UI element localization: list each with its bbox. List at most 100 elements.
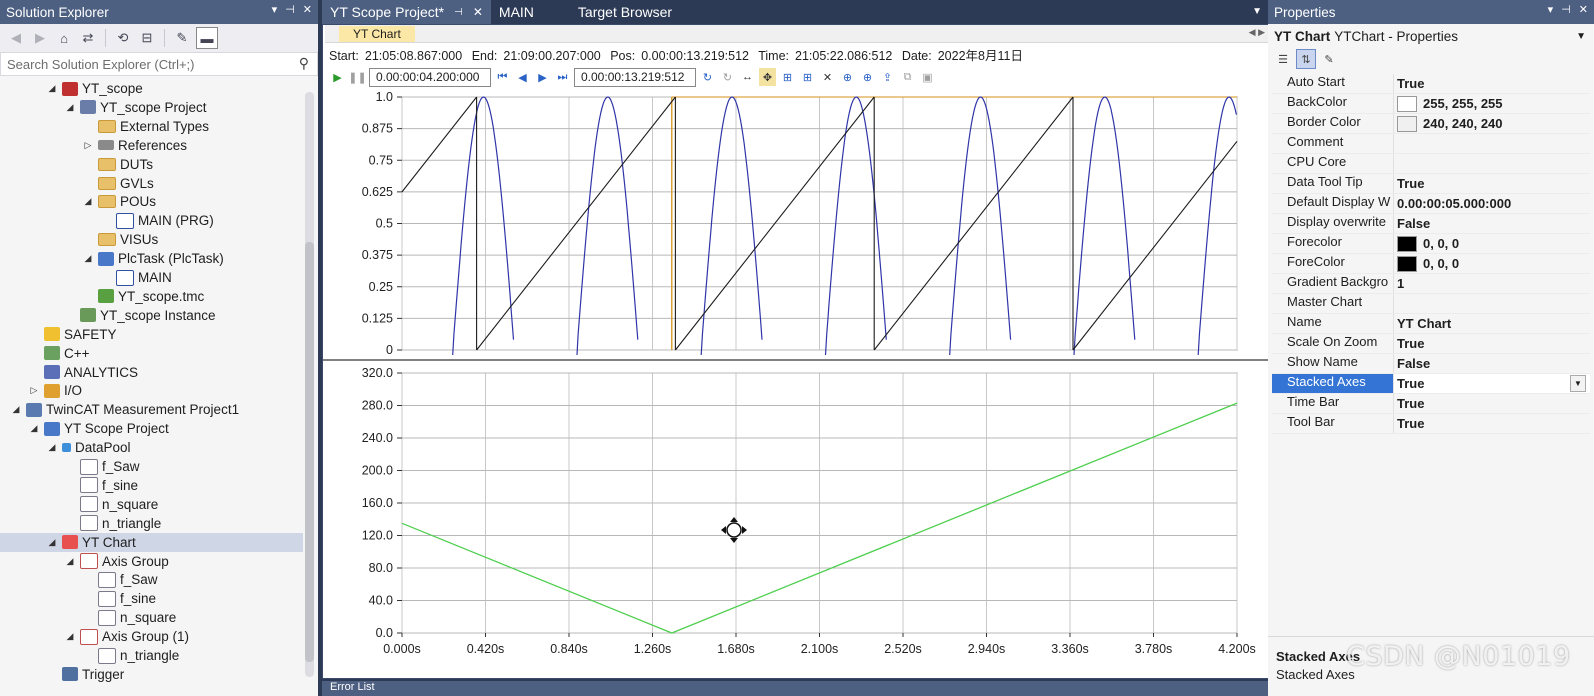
property-row[interactable]: Stacked Axes True ▼: [1272, 374, 1590, 394]
tree-item[interactable]: VISUs: [0, 230, 303, 249]
expand-toggle-icon[interactable]: ◢: [82, 196, 94, 207]
tree-item[interactable]: ◢ TwinCAT Measurement Project1: [0, 400, 303, 419]
play-icon[interactable]: ▶: [329, 68, 346, 86]
expand-toggle-icon[interactable]: ◢: [46, 442, 58, 453]
property-row[interactable]: Tool Bar True: [1272, 414, 1590, 434]
tree-scrollbar-thumb[interactable]: [305, 242, 314, 662]
tree-item[interactable]: f_Saw: [0, 457, 303, 476]
tab-yt-scope-project[interactable]: YT Scope Project* ⊣ ✕: [322, 0, 491, 24]
property-value-cell[interactable]: 0.00:00:05.000:000: [1393, 194, 1590, 213]
expand-toggle-icon[interactable]: ◢: [46, 537, 58, 548]
property-row[interactable]: CPU Core: [1272, 154, 1590, 174]
expand-toggle-icon[interactable]: ◢: [82, 253, 94, 264]
yt-chart-svg[interactable]: 1.0 0.875 0.75 0.625 0.5 0.375 0.25 0.125 0 320.0…: [323, 89, 1273, 679]
pin-icon[interactable]: ⊣: [285, 3, 295, 16]
property-value-cell[interactable]: True: [1393, 394, 1590, 413]
property-value-cell[interactable]: True: [1393, 334, 1590, 353]
property-row[interactable]: Forecolor 0, 0, 0: [1272, 234, 1590, 254]
tree-item[interactable]: ◢ YT_scope: [0, 79, 303, 98]
tree-item[interactable]: External Types: [0, 117, 303, 136]
tree-item[interactable]: ◢ POUs: [0, 192, 303, 211]
property-row[interactable]: BackColor 255, 255, 255: [1272, 94, 1590, 114]
property-value-cell[interactable]: False: [1393, 354, 1590, 373]
tab-scroll-arrows-icon[interactable]: ◀ ▶: [1249, 27, 1265, 38]
property-row[interactable]: Show Name False: [1272, 354, 1590, 374]
forward-icon[interactable]: ▶: [30, 28, 50, 48]
tree-item[interactable]: SAFETY: [0, 325, 303, 344]
redo-icon[interactable]: ↻: [719, 68, 736, 86]
display-range-field[interactable]: 0.00:00:04.200:000: [369, 67, 491, 87]
chevron-down-icon[interactable]: ▼: [1576, 31, 1586, 42]
property-row[interactable]: Gradient Backgro 1: [1272, 274, 1590, 294]
property-value-cell[interactable]: [1393, 294, 1590, 313]
close-icon[interactable]: ✕: [1579, 3, 1588, 16]
tree-item[interactable]: ◢ YT Scope Project: [0, 419, 303, 438]
position-field[interactable]: 0.00:00:13.219:512: [574, 67, 696, 87]
property-row[interactable]: Border Color 240, 240, 240: [1272, 114, 1590, 134]
property-row[interactable]: ForeColor 0, 0, 0: [1272, 254, 1590, 274]
property-row[interactable]: Data Tool Tip True: [1272, 174, 1590, 194]
tree-item[interactable]: ▷ References: [0, 136, 303, 155]
export-icon[interactable]: ⇪: [879, 68, 896, 86]
tree-item[interactable]: f_sine: [0, 589, 303, 608]
chevron-down-icon[interactable]: ▼: [1570, 375, 1586, 392]
zoom-fit-icon[interactable]: ⊕: [839, 68, 856, 86]
tab-list-dropdown-icon[interactable]: ▼: [1252, 6, 1262, 17]
tab-target-browser[interactable]: Target Browser: [570, 0, 680, 24]
tree-item[interactable]: ▷ I/O: [0, 381, 303, 400]
tree-item[interactable]: YT_scope.tmc: [0, 287, 303, 306]
property-value-cell[interactable]: YT Chart: [1393, 314, 1590, 333]
tree-item[interactable]: ◢ YT Chart: [0, 532, 303, 552]
last-icon[interactable]: ⏭: [554, 68, 571, 86]
tree-item[interactable]: MAIN (PRG): [0, 211, 303, 230]
property-value-cell[interactable]: False: [1393, 214, 1590, 233]
expand-toggle-icon[interactable]: ◢: [28, 423, 40, 434]
tab-main[interactable]: MAIN: [491, 0, 542, 24]
pause-icon[interactable]: ❚❚: [348, 68, 366, 86]
error-list-tab[interactable]: Error List: [322, 681, 1274, 696]
search-icon[interactable]: ⚲: [299, 55, 309, 72]
property-value-cell[interactable]: 1: [1393, 274, 1590, 293]
expand-toggle-icon[interactable]: ▷: [82, 140, 94, 151]
categorized-icon[interactable]: ☰: [1274, 50, 1292, 68]
property-row[interactable]: Name YT Chart: [1272, 314, 1590, 334]
first-icon[interactable]: ⏮: [494, 68, 511, 86]
property-value-cell[interactable]: True: [1393, 174, 1590, 193]
expand-toggle-icon[interactable]: ◢: [64, 102, 76, 113]
sync-icon[interactable]: ⇄: [78, 28, 98, 48]
property-row[interactable]: Master Chart: [1272, 294, 1590, 314]
copy-icon[interactable]: ⧉: [899, 68, 916, 86]
property-value-cell[interactable]: True: [1393, 74, 1590, 93]
property-row[interactable]: Scale On Zoom True: [1272, 334, 1590, 354]
home-icon[interactable]: ⌂: [54, 28, 74, 48]
collapse-all-icon[interactable]: ⊟: [137, 28, 157, 48]
tree-item[interactable]: f_Saw: [0, 570, 303, 589]
property-row[interactable]: Time Bar True: [1272, 394, 1590, 414]
yt-chart-area[interactable]: 1.0 0.875 0.75 0.625 0.5 0.375 0.25 0.125 0 320.0…: [323, 89, 1273, 679]
property-row[interactable]: Auto Start True: [1272, 74, 1590, 94]
pan-horizontal-icon[interactable]: ↔: [739, 68, 756, 86]
tree-item[interactable]: ◢ DataPool: [0, 438, 303, 457]
property-value-cell[interactable]: [1393, 134, 1590, 153]
property-value-cell[interactable]: [1393, 154, 1590, 173]
previous-icon[interactable]: ◀: [514, 68, 531, 86]
tree-item[interactable]: n_triangle: [0, 514, 303, 533]
property-pages-icon[interactable]: ✎: [1320, 50, 1338, 68]
tree-item[interactable]: n_square: [0, 608, 303, 627]
zoom-all-icon[interactable]: ⊕: [859, 68, 876, 86]
tree-item[interactable]: ◢ Axis Group: [0, 552, 303, 571]
next-icon[interactable]: ▶: [534, 68, 551, 86]
history-icon[interactable]: ⟲: [113, 28, 133, 48]
properties-object-selector[interactable]: YT Chart YTChart - Properties ▼: [1268, 24, 1594, 48]
expand-toggle-icon[interactable]: ◢: [10, 404, 22, 415]
tree-item[interactable]: GVLs: [0, 174, 303, 193]
property-value-cell[interactable]: 240, 240, 240: [1393, 114, 1590, 133]
refresh-icon[interactable]: ↻: [699, 68, 716, 86]
tree-scrollbar[interactable]: [305, 92, 314, 677]
zoom-y-icon[interactable]: ⊞: [799, 68, 816, 86]
close-icon[interactable]: ✕: [303, 3, 312, 16]
expand-toggle-icon[interactable]: ◢: [64, 631, 76, 642]
property-value-cell[interactable]: 255, 255, 255: [1393, 94, 1590, 113]
properties-wrench-icon[interactable]: ✎: [172, 28, 192, 48]
tree-item[interactable]: ANALYTICS: [0, 363, 303, 382]
